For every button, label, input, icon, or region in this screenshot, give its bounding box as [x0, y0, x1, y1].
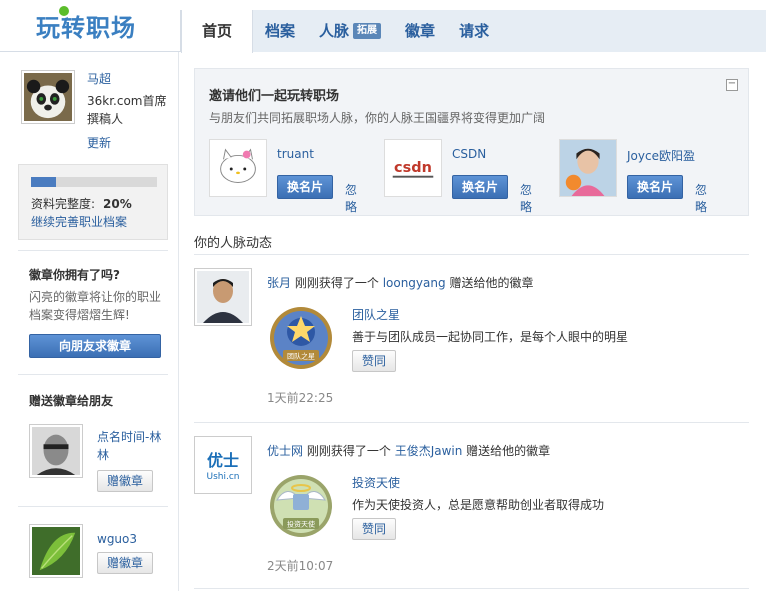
feed-title: 你的人脉动态: [194, 236, 273, 251]
profile-name[interactable]: 马超: [87, 70, 111, 87]
feed-verb: 刚刚获得了一个: [294, 276, 379, 290]
ignore-link[interactable]: 忽略: [345, 181, 365, 215]
logo-text: 玩转职场: [36, 13, 136, 42]
feed-giver-link[interactable]: 王俊杰Jawin: [395, 444, 463, 458]
invite-panel: 邀请他们一起玩转职场 与朋友们共同拓展职场人脉，你的人脉王国疆界将变得更加广阔 …: [194, 68, 749, 216]
nav-requests[interactable]: 请求: [447, 10, 501, 52]
nav-expand-tag: 拓展: [353, 23, 382, 39]
svg-text:csdn: csdn: [394, 160, 432, 176]
suggestion-name[interactable]: Joyce欧阳盈: [627, 147, 695, 164]
hello-kitty-avatar-icon: [210, 140, 266, 196]
exchange-card-button[interactable]: 换名片: [277, 175, 333, 199]
suggestion-name[interactable]: CSDN: [452, 147, 486, 161]
collapse-icon[interactable]: −: [726, 79, 738, 91]
angel-badge-label: 投资天使: [287, 520, 315, 529]
suggestion-name[interactable]: truant: [277, 147, 314, 161]
suggestion-avatar[interactable]: csdn: [384, 139, 442, 197]
main-content: 邀请他们一起玩转职场 与朋友们共同拓展职场人脉，你的人脉王国疆界将变得更加广阔 …: [194, 52, 749, 591]
progress-value: 20%: [103, 197, 132, 211]
sidebar: 马超 36kr.com首席撰稿人 更新 资料完整度: 20% 继续完善职业档案 徽…: [18, 52, 168, 591]
invite-title: 邀请他们一起玩转职场: [209, 89, 340, 104]
nav-home[interactable]: 首页: [181, 9, 254, 53]
badge-name-link[interactable]: 投资天使: [352, 474, 400, 491]
like-button[interactable]: 赞同: [352, 518, 396, 540]
divider: [194, 254, 749, 255]
app-logo[interactable]: 玩转职场: [36, 4, 136, 42]
progress-bar: [31, 177, 157, 187]
ushi-logo-icon: 优士 Ushi.cn: [197, 439, 249, 491]
team-star-badge-label: 团队之星: [287, 352, 315, 361]
invite-subtitle: 与朋友们共同拓展职场人脉，你的人脉王国疆界将变得更加广阔: [209, 111, 546, 125]
badge-promo-desc: 闪亮的徽章将让你的职业档案变得熠熠生辉!: [29, 290, 162, 322]
nav-profile[interactable]: 档案: [253, 10, 307, 52]
feed-suffix: 赠送给他的徽章: [466, 444, 551, 458]
complete-profile-link[interactable]: 继续完善职业档案: [31, 213, 127, 230]
friend-avatar[interactable]: [29, 524, 83, 578]
suggestion-card: Joyce欧阳盈 换名片 忽略: [545, 139, 715, 214]
person-photo-icon: [32, 427, 80, 475]
feed-avatar[interactable]: [194, 268, 252, 326]
suggestion-avatar[interactable]: [559, 139, 617, 197]
ask-badge-button[interactable]: 向朋友求徽章: [29, 334, 161, 358]
feed-avatar[interactable]: 优士 Ushi.cn: [194, 436, 252, 494]
feed-headline: 张月 刚刚获得了一个 loongyang 赠送给他的徽章: [267, 274, 533, 291]
column-divider: [178, 52, 179, 591]
feed-timestamp: 2天前10:07: [267, 559, 334, 573]
progress-label: 资料完整度: 20%: [31, 195, 132, 212]
progress-label-text: 资料完整度:: [31, 197, 96, 211]
gift-badge-title: 赠送徽章给朋友: [29, 394, 114, 408]
feed-suffix: 赠送给他的徽章: [449, 276, 534, 290]
main-nav: 首页 档案 人脉 拓展 徽章 请求: [180, 9, 766, 53]
feed-timestamp: 1天前22:25: [267, 391, 334, 405]
logo-dot-icon: [57, 4, 71, 18]
give-badge-button[interactable]: 赠徽章: [97, 552, 153, 574]
person-photo-icon: [197, 271, 249, 323]
profile-avatar[interactable]: [21, 70, 75, 124]
divider: [18, 250, 168, 251]
profile-bio: 36kr.com首席撰稿人: [87, 94, 167, 126]
nav-badges[interactable]: 徽章: [393, 10, 447, 52]
angel-investor-badge-icon[interactable]: 投资天使: [267, 470, 335, 540]
leaf-photo-icon: [32, 527, 80, 575]
give-badge-button[interactable]: 赠徽章: [97, 470, 153, 492]
divider: [18, 506, 168, 507]
feed-verb: 刚刚获得了一个: [306, 444, 391, 458]
badge-description: 作为天使投资人，总是愿意帮助创业者取得成功: [352, 498, 605, 512]
csdn-logo-icon: csdn: [385, 140, 441, 196]
divider: [194, 422, 749, 423]
ushi-logo-en: Ushi.cn: [207, 472, 240, 482]
badge-name-link[interactable]: 团队之星: [352, 306, 400, 323]
suggestion-avatar[interactable]: [209, 139, 267, 197]
panda-avatar-icon: [24, 73, 72, 121]
ushi-logo-cn: 优士: [207, 451, 239, 470]
profile-update-link[interactable]: 更新: [87, 134, 111, 151]
person-photo-icon: [560, 140, 616, 196]
ignore-link[interactable]: 忽略: [520, 181, 540, 215]
feed-actor-link[interactable]: 张月: [267, 276, 291, 290]
team-star-badge-icon[interactable]: 团队之星: [267, 302, 335, 372]
feed-actor-link[interactable]: 优士网: [267, 444, 303, 458]
badge-promo-title: 徽章你拥有了吗?: [29, 268, 120, 282]
suggestion-card: truant 换名片 忽略: [195, 139, 365, 214]
suggestion-card: csdn CSDN 换名片 忽略: [370, 139, 540, 214]
badge-description: 善于与团队成员一起协同工作，是每个人眼中的明星: [352, 330, 629, 344]
divider: [18, 374, 168, 375]
exchange-card-button[interactable]: 换名片: [452, 175, 508, 199]
friend-name[interactable]: wguo3: [97, 530, 167, 548]
divider: [194, 588, 749, 589]
exchange-card-button[interactable]: 换名片: [627, 175, 683, 199]
like-button[interactable]: 赞同: [352, 350, 396, 372]
feed-headline: 优士网 刚刚获得了一个 王俊杰Jawin 赠送给他的徽章: [267, 442, 550, 459]
progress-fill: [31, 177, 57, 187]
ignore-link[interactable]: 忽略: [695, 181, 715, 215]
nav-connections-label: 人脉: [319, 22, 350, 40]
friend-avatar[interactable]: [29, 424, 83, 478]
feed-giver-link[interactable]: loongyang: [383, 276, 446, 290]
friend-name[interactable]: 点名时间-林林: [97, 428, 167, 464]
nav-connections[interactable]: 人脉 拓展: [307, 10, 393, 52]
header: 玩转职场 首页 档案 人脉 拓展 徽章 请求: [0, 0, 766, 53]
profile-completeness: 资料完整度: 20% 继续完善职业档案: [18, 164, 168, 240]
